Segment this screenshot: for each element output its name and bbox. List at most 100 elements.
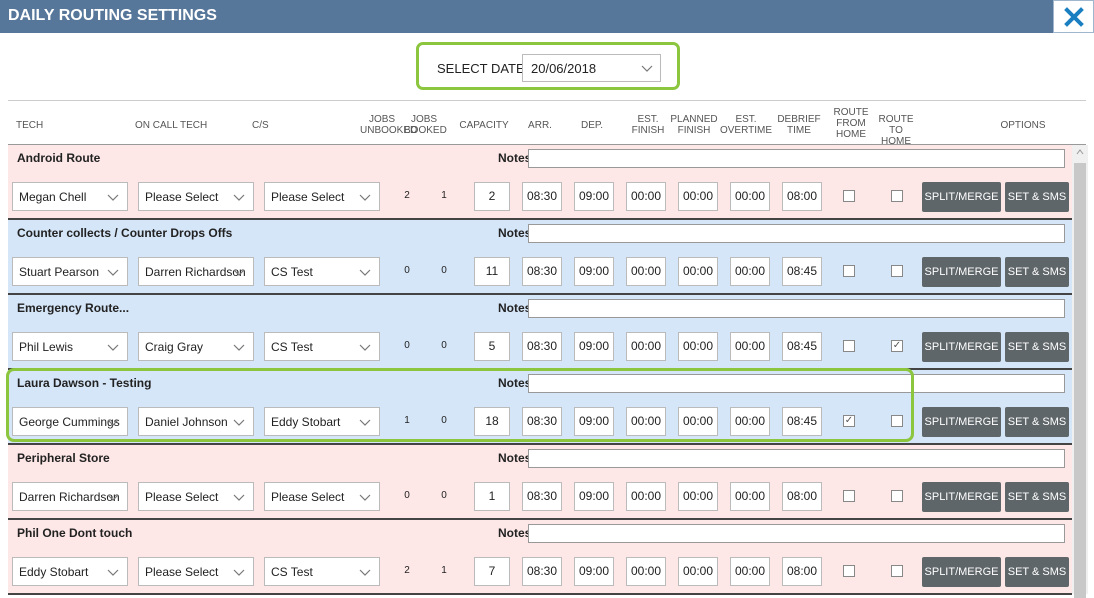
capacity-input[interactable]: 18 [474,407,510,436]
tech-dropdown[interactable]: Megan Chell [12,182,128,211]
dep-input[interactable]: 09:00 [574,182,614,211]
est-overtime-input[interactable]: 00:00 [730,407,770,436]
notes-input[interactable] [528,299,1065,318]
arr-input[interactable]: 08:30 [522,482,562,511]
set-sms-button[interactable]: SET & SMS [1005,332,1069,362]
tech-dropdown[interactable]: Phil Lewis [12,332,128,361]
debrief-time-input[interactable]: 08:00 [782,482,822,511]
capacity-input[interactable]: 11 [474,257,510,286]
scrollbar-thumb[interactable] [1074,163,1086,598]
debrief-time-input[interactable]: 08:45 [782,407,822,436]
cs-dropdown[interactable]: Please Select [264,182,380,211]
est-finish-input[interactable]: 00:00 [626,182,666,211]
debrief-time-input[interactable]: 08:00 [782,182,822,211]
on-call-tech-dropdown[interactable]: Please Select [138,557,254,586]
tech-dropdown[interactable]: Eddy Stobart [12,557,128,586]
on-call-tech-dropdown[interactable]: Darren Richardson [138,257,254,286]
dep-input[interactable]: 09:00 [574,557,614,586]
dep-input[interactable]: 09:00 [574,257,614,286]
cs-dropdown[interactable]: CS Test [264,557,380,586]
split-merge-button[interactable]: SPLIT/MERGE [922,182,1001,212]
capacity-input[interactable]: 2 [474,182,510,211]
route-from-home-checkbox[interactable] [843,265,855,277]
planned-finish-input[interactable]: 00:00 [678,332,718,361]
split-merge-button[interactable]: SPLIT/MERGE [922,332,1001,362]
est-finish-input[interactable]: 00:00 [626,332,666,361]
set-sms-button[interactable]: SET & SMS [1005,182,1069,212]
split-merge-button[interactable]: SPLIT/MERGE [922,557,1001,587]
est-finish-input[interactable]: 00:00 [626,557,666,586]
route-name: Counter collects / Counter Drops Offs [17,226,233,240]
cs-dropdown[interactable]: Eddy Stobart [264,407,380,436]
split-merge-button[interactable]: SPLIT/MERGE [922,257,1001,287]
date-dropdown[interactable]: 20/06/2018 [522,54,661,82]
route-to-home-checkbox[interactable] [891,490,903,502]
on-call-tech-dropdown[interactable]: Daniel Johnson [138,407,254,436]
est-finish-input[interactable]: 00:00 [626,257,666,286]
arr-input[interactable]: 08:30 [522,332,562,361]
debrief-time-input[interactable]: 08:45 [782,332,822,361]
route-to-home-checkbox[interactable] [891,565,903,577]
planned-finish-input[interactable]: 00:00 [678,407,718,436]
route-to-home-checkbox[interactable] [891,415,903,427]
scroll-up-icon[interactable] [1076,149,1084,155]
on-call-tech-dropdown[interactable]: Please Select [138,182,254,211]
route-from-home-checkbox[interactable] [843,490,855,502]
set-sms-button[interactable]: SET & SMS [1005,482,1069,512]
arr-input[interactable]: 08:30 [522,557,562,586]
route-to-home-checkbox[interactable] [891,190,903,202]
est-overtime-input[interactable]: 00:00 [730,182,770,211]
planned-finish-input[interactable]: 00:00 [678,557,718,586]
dep-input[interactable]: 09:00 [574,407,614,436]
cs-dropdown[interactable]: CS Test [264,257,380,286]
cs-dropdown[interactable]: Please Select [264,482,380,511]
close-icon [1063,6,1084,27]
split-merge-button[interactable]: SPLIT/MERGE [922,482,1001,512]
scrollbar[interactable] [1072,145,1088,598]
route-from-home-checkbox[interactable]: ✓ [843,415,855,427]
route-to-home-checkbox[interactable] [891,265,903,277]
tech-dropdown[interactable]: Darren Richardson [12,482,128,511]
set-sms-button[interactable]: SET & SMS [1005,407,1069,437]
debrief-time-input[interactable]: 08:00 [782,557,822,586]
on-call-tech-dropdown[interactable]: Craig Gray [138,332,254,361]
route-name: Phil One Dont touch [17,526,133,540]
route-from-home-checkbox[interactable] [843,340,855,352]
route-from-home-checkbox[interactable] [843,190,855,202]
dep-input[interactable]: 09:00 [574,482,614,511]
est-overtime-input[interactable]: 00:00 [730,482,770,511]
est-finish-input[interactable]: 00:00 [626,407,666,436]
est-overtime-input[interactable]: 00:00 [730,257,770,286]
capacity-input[interactable]: 1 [474,482,510,511]
arr-input[interactable]: 08:30 [522,182,562,211]
arr-input[interactable]: 08:30 [522,257,562,286]
capacity-input[interactable]: 7 [474,557,510,586]
tech-dropdown[interactable]: George Cummings [12,407,128,436]
on-call-tech-dropdown[interactable]: Please Select [138,482,254,511]
route-to-home-checkbox[interactable]: ✓ [891,340,903,352]
chevron-down-icon [359,269,371,276]
set-sms-button[interactable]: SET & SMS [1005,257,1069,287]
notes-input[interactable] [528,224,1065,243]
set-sms-button[interactable]: SET & SMS [1005,557,1069,587]
planned-finish-input[interactable]: 00:00 [678,182,718,211]
dep-input[interactable]: 09:00 [574,332,614,361]
est-finish-input[interactable]: 00:00 [626,482,666,511]
route-header-row: Android Route Notes: [8,145,1072,172]
route-from-home-checkbox[interactable] [843,565,855,577]
notes-input[interactable] [528,149,1065,168]
arr-input[interactable]: 08:30 [522,407,562,436]
est-overtime-input[interactable]: 00:00 [730,332,770,361]
capacity-input[interactable]: 5 [474,332,510,361]
tech-dropdown[interactable]: Stuart Pearson [12,257,128,286]
est-overtime-input[interactable]: 00:00 [730,557,770,586]
notes-input[interactable] [528,374,1065,393]
debrief-time-input[interactable]: 08:45 [782,257,822,286]
close-button[interactable] [1053,0,1094,33]
notes-input[interactable] [528,449,1065,468]
planned-finish-input[interactable]: 00:00 [678,257,718,286]
cs-dropdown[interactable]: CS Test [264,332,380,361]
split-merge-button[interactable]: SPLIT/MERGE [922,407,1001,437]
planned-finish-input[interactable]: 00:00 [678,482,718,511]
notes-input[interactable] [528,524,1065,543]
